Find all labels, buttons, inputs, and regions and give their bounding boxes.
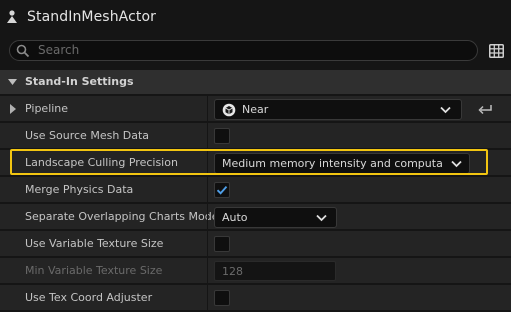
- merge-physics-data-checkbox[interactable]: [214, 182, 230, 198]
- table-view-icon[interactable]: [489, 44, 504, 58]
- expand-arrow-icon[interactable]: [10, 104, 16, 114]
- property-row-merge-physics-data: Merge Physics Data: [0, 177, 511, 203]
- min-variable-texture-size-value: 128: [222, 265, 243, 278]
- chevron-down-icon: [316, 214, 327, 222]
- landscape-culling-precision-combo[interactable]: Medium memory intensity and computation …: [214, 153, 470, 174]
- column-splitter[interactable]: [207, 150, 208, 176]
- property-row-use-variable-texture-size: Use Variable Texture Size: [0, 231, 511, 257]
- pipeline-value: Near: [242, 103, 269, 116]
- separate-overlapping-charts-mode-combo[interactable]: Auto: [214, 207, 337, 228]
- min-variable-texture-size-field: 128: [214, 261, 336, 281]
- use-source-mesh-data-checkbox[interactable]: [214, 128, 230, 144]
- use-variable-texture-size-checkbox[interactable]: [214, 236, 230, 252]
- property-label: Merge Physics Data: [25, 183, 134, 196]
- property-row-pipeline: Pipeline Near: [0, 96, 511, 122]
- checkmark-icon: [216, 185, 228, 195]
- section-title: Stand-In Settings: [25, 75, 134, 88]
- column-splitter[interactable]: [207, 258, 208, 284]
- property-label: Landscape Culling Precision: [25, 156, 178, 169]
- property-row-landscape-culling-precision: Landscape Culling Precision Medium memor…: [0, 150, 511, 176]
- property-label: Use Source Mesh Data: [25, 129, 150, 142]
- search-row: Search: [0, 37, 511, 68]
- actor-icon: [7, 10, 17, 23]
- property-label: Pipeline: [25, 102, 69, 115]
- separate-overlapping-charts-mode-value: Auto: [222, 211, 248, 224]
- reset-to-default-icon[interactable]: [478, 103, 492, 115]
- property-row-separate-overlapping-charts-mode: Separate Overlapping Charts Mode Auto: [0, 204, 511, 230]
- search-icon: [16, 44, 30, 58]
- landscape-culling-precision-value: Medium memory intensity and computation …: [222, 157, 443, 170]
- column-splitter[interactable]: [207, 204, 208, 230]
- column-splitter[interactable]: [207, 123, 208, 149]
- chevron-down-icon: [451, 160, 462, 168]
- property-label: Separate Overlapping Charts Mode: [25, 210, 219, 223]
- pipeline-combo[interactable]: Near: [214, 99, 462, 120]
- column-splitter[interactable]: [207, 96, 208, 122]
- column-splitter[interactable]: [207, 177, 208, 203]
- near-pipeline-icon: [222, 103, 236, 117]
- details-title-bar: StandInMeshActor: [0, 0, 511, 37]
- column-splitter[interactable]: [207, 231, 208, 257]
- property-label: Use Variable Texture Size: [25, 237, 164, 250]
- section-header-stand-in-settings[interactable]: Stand-In Settings: [0, 70, 511, 94]
- property-label: Use Tex Coord Adjuster: [25, 291, 153, 304]
- property-row-min-variable-texture-size: Min Variable Texture Size 128: [0, 258, 511, 284]
- window-title: StandInMeshActor: [27, 9, 157, 25]
- property-label: Min Variable Texture Size: [25, 264, 163, 277]
- collapse-arrow-icon: [8, 79, 17, 85]
- use-tex-coord-adjuster-checkbox[interactable]: [214, 290, 230, 306]
- chevron-down-icon: [440, 106, 451, 114]
- search-input[interactable]: Search: [9, 40, 478, 61]
- property-row-use-tex-coord-adjuster: Use Tex Coord Adjuster: [0, 285, 511, 311]
- column-splitter[interactable]: [207, 285, 208, 311]
- property-row-use-source-mesh-data: Use Source Mesh Data: [0, 123, 511, 149]
- search-placeholder: Search: [38, 43, 80, 57]
